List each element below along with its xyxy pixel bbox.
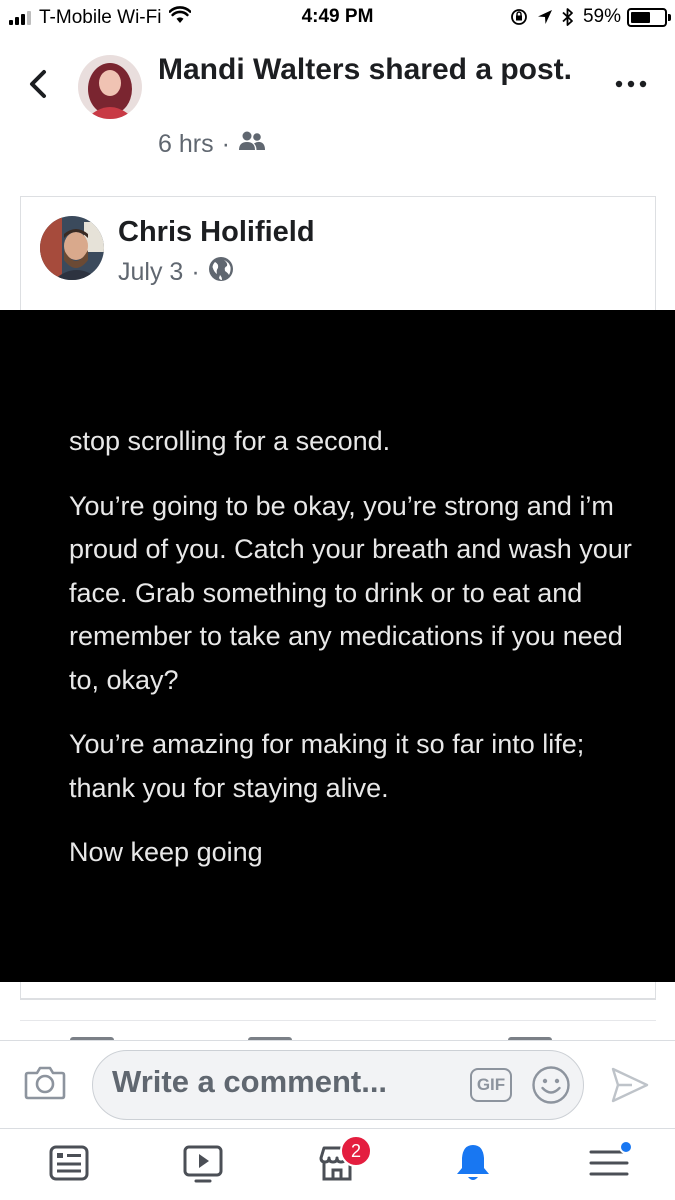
globe-icon [208, 256, 234, 289]
emoji-icon[interactable] [531, 1065, 571, 1105]
shared-author-name[interactable]: Chris Holifield [118, 216, 315, 249]
image-text-line: Now keep going [69, 837, 263, 867]
post-image[interactable]: stop scrolling for a second. You’re goin… [0, 310, 675, 982]
comment-placeholder: Write a comment... [112, 1064, 388, 1099]
post-timestamp[interactable]: 6 hrs [158, 130, 214, 159]
shared-post-meta: July 3 · [118, 256, 234, 289]
avatar[interactable] [78, 55, 142, 119]
gif-button[interactable]: GIF [470, 1068, 512, 1102]
status-bar: T-Mobile Wi-Fi 4:49 PM 59% [0, 0, 675, 36]
image-text-line: You’re amazing for making it so far into… [69, 729, 585, 803]
post-actions-bar [20, 1020, 656, 1040]
post-header-title: Mandi Walters shared a post. [158, 52, 578, 88]
battery-percent: 59% [582, 6, 621, 27]
post-meta: 6 hrs · [158, 130, 266, 159]
status-right: 59% [510, 6, 671, 28]
news-feed-tab-icon[interactable] [48, 1142, 90, 1184]
camera-icon[interactable] [24, 1062, 66, 1102]
share-action-text: shared a post. [368, 53, 573, 86]
meta-separator: · [191, 258, 200, 286]
post-image-text: stop scrolling for a second. You’re goin… [69, 420, 649, 896]
image-text-line: You’re going to be okay, you’re strong a… [69, 490, 632, 695]
image-text-line: stop scrolling for a second. [69, 426, 391, 456]
notifications-tab-icon[interactable] [452, 1142, 494, 1184]
menu-notification-dot [619, 1140, 633, 1154]
shared-author-avatar[interactable] [40, 216, 104, 280]
meta-separator: · [221, 130, 230, 158]
orientation-lock-icon [510, 8, 528, 26]
bluetooth-icon [562, 7, 574, 27]
battery-icon [627, 7, 671, 27]
more-options-icon[interactable] [611, 74, 651, 94]
author-name[interactable]: Mandi Walters [158, 53, 360, 86]
location-icon [537, 9, 553, 25]
shared-post-date[interactable]: July 3 [118, 258, 183, 287]
marketplace-badge: 2 [340, 1135, 372, 1167]
back-icon[interactable] [24, 66, 56, 102]
friends-icon [238, 130, 266, 159]
send-icon[interactable] [610, 1066, 650, 1104]
watch-tab-icon[interactable] [182, 1142, 224, 1184]
